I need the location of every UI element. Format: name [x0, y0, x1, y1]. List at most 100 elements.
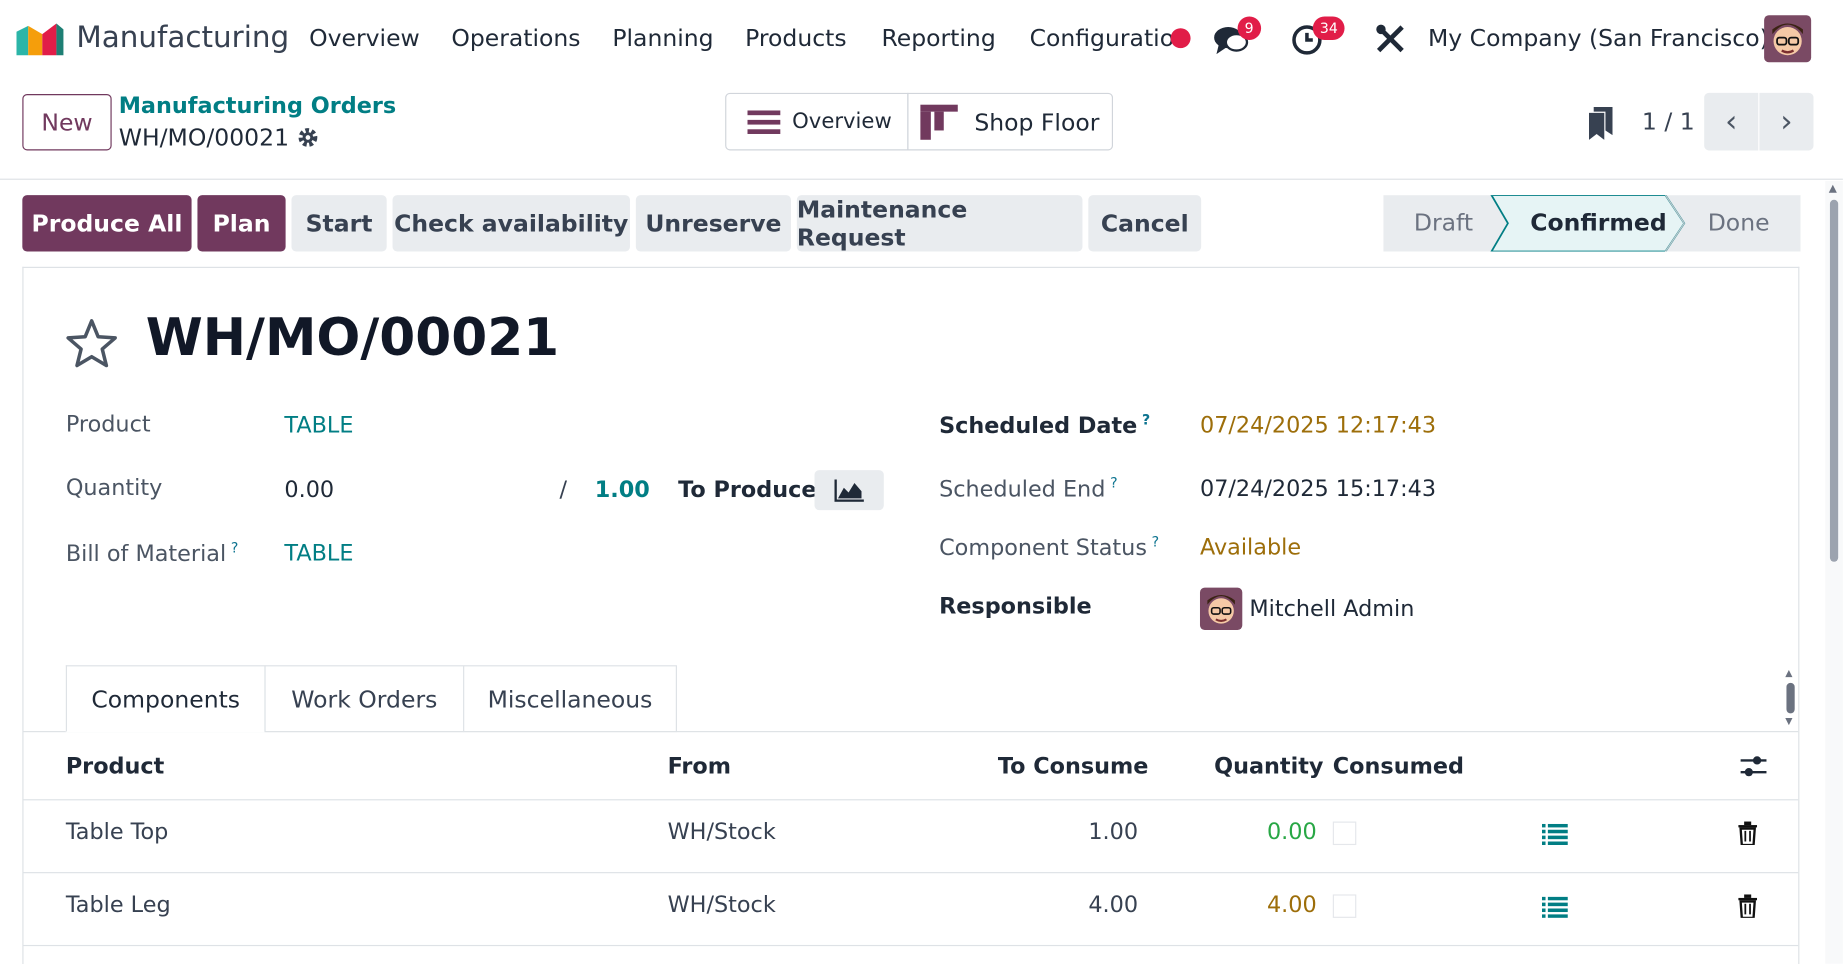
forecast-button[interactable]	[814, 470, 884, 511]
col-consumed[interactable]: Consumed	[1333, 753, 1464, 779]
to-produce-label: To Produce	[678, 477, 817, 504]
scheduled-date-label-text: Scheduled Date	[939, 412, 1138, 439]
responsible-field[interactable]: Mitchell Admin	[1249, 596, 1414, 622]
tab-work-orders[interactable]: Work Orders	[264, 665, 465, 733]
row-divider	[23, 944, 1799, 947]
detailed-operations-icon[interactable]	[1541, 823, 1568, 846]
view-shop-floor-label: Shop Floor	[974, 107, 1100, 136]
col-to-consume[interactable]: To Consume	[998, 753, 1149, 779]
menu-products[interactable]: Products	[745, 24, 846, 52]
bookmark-icon[interactable]	[1587, 106, 1613, 140]
component-status-help-icon[interactable]: ?	[1152, 534, 1159, 550]
maintenance-request-button[interactable]: Maintenance Request	[796, 195, 1083, 252]
scheduled-date-help-icon[interactable]: ?	[1142, 411, 1150, 427]
pager-previous-button[interactable]: ‹	[1704, 92, 1759, 151]
start-button[interactable]: Start	[291, 195, 387, 252]
trash-icon[interactable]	[1738, 821, 1758, 846]
responsible-label: Responsible	[939, 593, 1092, 620]
scheduled-end-label-text: Scheduled End	[939, 476, 1106, 503]
star-icon[interactable]	[65, 317, 119, 369]
col-quantity[interactable]: Quantity	[1214, 753, 1323, 779]
tabs-scrollbar-thumb[interactable]	[1786, 682, 1795, 714]
row-to-consume: 4.00	[1088, 892, 1139, 918]
app-name[interactable]: Manufacturing	[76, 20, 289, 54]
status-draft[interactable]: Draft	[1414, 208, 1473, 236]
col-from[interactable]: From	[668, 753, 731, 779]
recording-dot-icon	[1170, 28, 1191, 49]
breadcrumb-manufacturing-orders[interactable]: Manufacturing Orders	[119, 93, 396, 119]
quantity-field[interactable]: 0.00	[284, 477, 334, 503]
tab-components[interactable]: Components	[65, 665, 266, 733]
consumed-checkbox[interactable]	[1332, 894, 1357, 918]
page-scrollbar-thumb[interactable]	[1829, 199, 1839, 562]
user-avatar[interactable]	[1764, 15, 1812, 63]
status-confirmed[interactable]: Confirmed	[1530, 208, 1666, 236]
chevron-right-icon: ›	[1780, 104, 1793, 140]
scroll-up-arrow-icon[interactable]: ▲	[1829, 183, 1837, 195]
row-from[interactable]: WH/Stock	[668, 892, 776, 918]
menu-planning[interactable]: Planning	[612, 24, 713, 52]
col-product[interactable]: Product	[66, 753, 165, 779]
table-row[interactable]: Table Top WH/Stock 1.00 0.00	[23, 799, 1799, 872]
row-product[interactable]: Table Leg	[66, 892, 171, 918]
scheduled-date-label: Scheduled Date?	[939, 411, 1150, 438]
company-switcher[interactable]: My Company (San Francisco)	[1428, 24, 1769, 52]
product-field[interactable]: TABLE	[284, 413, 353, 439]
manufacturing-app-icon[interactable]	[16, 20, 64, 58]
breadcrumb-current: WH/MO/00021	[118, 123, 290, 152]
component-status-value: Available	[1199, 534, 1302, 561]
status-done[interactable]: Done	[1708, 208, 1770, 236]
unreserve-button[interactable]: Unreserve	[635, 195, 791, 252]
row-from[interactable]: WH/Stock	[668, 819, 776, 845]
product-label: Product	[65, 411, 151, 438]
row-quantity[interactable]: 4.00	[1267, 892, 1317, 918]
scheduled-end-field[interactable]: 07/24/2025 15:17:43	[1200, 476, 1436, 502]
quantity-to-produce-field[interactable]: 1.00	[595, 477, 650, 503]
menu-overview[interactable]: Overview	[309, 24, 420, 52]
page-scrollbar[interactable]: ▲	[1825, 180, 1843, 964]
component-status-label-text: Component Status	[939, 535, 1147, 562]
pager-next-button[interactable]: ›	[1759, 92, 1814, 151]
tabs-scroll-down-icon[interactable]: ▼	[1785, 716, 1792, 727]
produce-all-button[interactable]: Produce All	[22, 195, 192, 252]
menu-operations[interactable]: Operations	[451, 24, 580, 52]
bom-label: Bill of Material?	[66, 539, 239, 566]
activities-badge: 34	[1312, 16, 1345, 40]
view-overview-button[interactable]: Overview	[725, 92, 909, 151]
consumed-checkbox[interactable]	[1332, 821, 1357, 846]
messages-badge: 9	[1237, 16, 1261, 40]
scheduled-date-field[interactable]: 07/24/2025 12:17:43	[1200, 413, 1436, 439]
view-shop-floor-button[interactable]: Shop Floor	[907, 92, 1114, 151]
top-navbar: Manufacturing Overview Operations Planni…	[0, 0, 1843, 77]
row-product[interactable]: Table Top	[66, 819, 169, 845]
pager-value[interactable]: 1 / 1	[1642, 107, 1695, 135]
table-row[interactable]: Table Leg WH/Stock 4.00 4.00	[23, 872, 1799, 945]
record-title: WH/MO/00021	[145, 307, 560, 368]
new-button[interactable]: New	[22, 94, 112, 151]
bom-field[interactable]: TABLE	[284, 541, 353, 567]
tabs-scrollbar[interactable]: ▲ ▼	[1783, 668, 1799, 729]
plan-button[interactable]: Plan	[197, 195, 286, 252]
bom-help-icon[interactable]: ?	[231, 539, 238, 555]
hamburger-icon	[747, 109, 781, 134]
row-quantity[interactable]: 0.00	[1267, 819, 1317, 845]
area-chart-icon	[833, 479, 864, 502]
scheduled-end-label: Scheduled End?	[939, 475, 1118, 502]
scheduled-end-help-icon[interactable]: ?	[1110, 475, 1117, 491]
trash-icon[interactable]	[1738, 894, 1758, 918]
quantity-separator: /	[559, 477, 567, 504]
tabs-scroll-up-icon[interactable]: ▲	[1785, 668, 1792, 679]
menu-reporting[interactable]: Reporting	[881, 24, 995, 52]
tab-miscellaneous[interactable]: Miscellaneous	[463, 665, 677, 733]
row-to-consume: 1.00	[1088, 819, 1139, 846]
cancel-button[interactable]: Cancel	[1088, 195, 1202, 252]
gear-icon[interactable]	[296, 126, 320, 150]
check-availability-button[interactable]: Check availability	[392, 195, 630, 252]
detailed-operations-icon[interactable]	[1541, 896, 1568, 918]
optional-columns-icon[interactable]	[1739, 753, 1767, 779]
tools-icon[interactable]	[1375, 24, 1406, 55]
quantity-label: Quantity	[65, 474, 163, 501]
responsible-avatar	[1199, 587, 1243, 630]
menu-configuration[interactable]: Configuratio	[1030, 24, 1176, 52]
view-overview-label: Overview	[792, 109, 892, 134]
